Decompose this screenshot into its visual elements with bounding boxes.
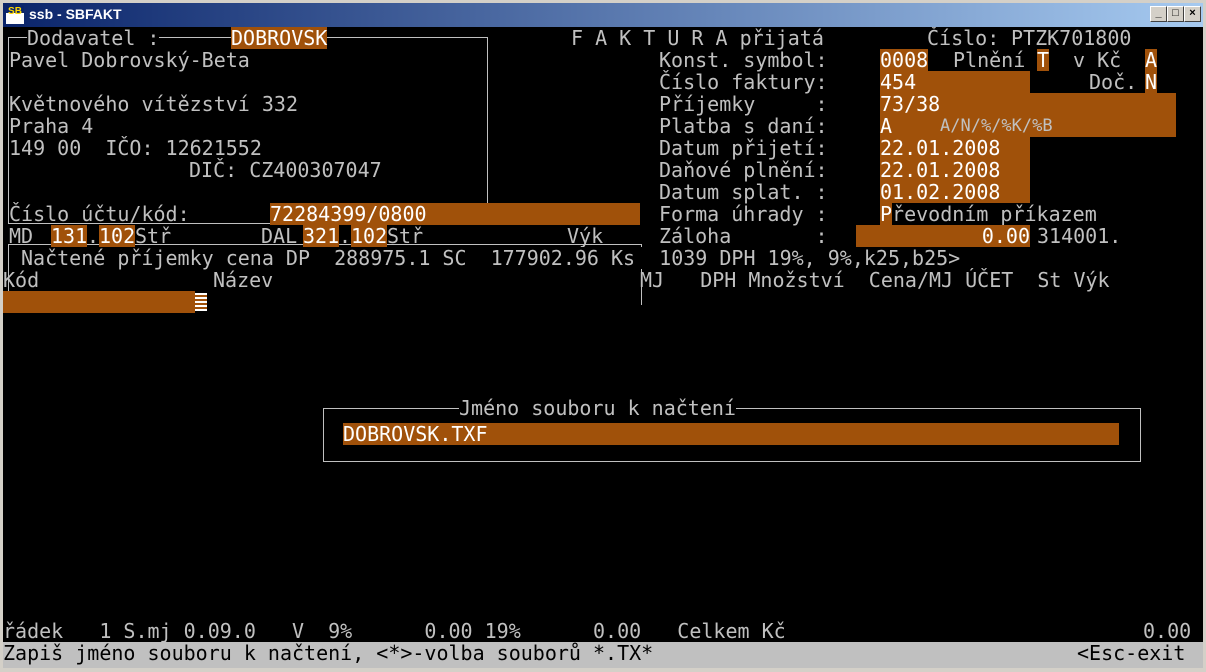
filename-input[interactable]: DOBROVSK.TXF bbox=[343, 423, 1119, 445]
close-button[interactable]: × bbox=[1184, 6, 1201, 22]
account-label: Číslo účtu/kód: bbox=[9, 202, 190, 226]
dal-str-label: Stř bbox=[387, 224, 424, 248]
col-nazev: Název bbox=[213, 268, 274, 292]
esc-exit-hint[interactable]: <Esc-exit bbox=[1077, 642, 1185, 664]
loaded-summary: Načtené příjemky cena DP 288975.1 SC 177… bbox=[21, 246, 961, 270]
doc-label: Doč. bbox=[1089, 70, 1138, 94]
invoice-number-label: Číslo: bbox=[927, 27, 1000, 50]
md2-field[interactable]: 102 bbox=[99, 225, 136, 247]
zaloha-extra: 314001. bbox=[1037, 224, 1122, 248]
kod-input[interactable] bbox=[3, 291, 195, 313]
platba-label: Platba s daní: bbox=[659, 114, 828, 138]
window-title: ssb - SBFAKT bbox=[29, 6, 122, 22]
app-window: SB ssb - SBFAKT _ □ × Dodavatel : DOBROV… bbox=[0, 0, 1206, 672]
maximize-button[interactable]: □ bbox=[1167, 6, 1184, 22]
md-str-label: Stř bbox=[135, 224, 172, 248]
plneni-label: Plnění bbox=[953, 48, 1026, 72]
dal-label: DAL bbox=[261, 224, 298, 248]
md1-field[interactable]: 131 bbox=[51, 225, 88, 247]
vkc-field[interactable]: A bbox=[1145, 49, 1158, 71]
datum-prijeti-label: Datum přijetí: bbox=[659, 136, 828, 160]
invoice-number: PTZK701800 bbox=[1011, 27, 1132, 50]
supplier-zip-ico: 149 00 IČO: 12621552 bbox=[9, 136, 262, 160]
datum-splat-label: Datum splat. : bbox=[659, 180, 828, 204]
cislo-field[interactable]: 454 bbox=[880, 71, 1030, 93]
console-area: Dodavatel : DOBROVSK F A K T U R A přija… bbox=[3, 27, 1203, 668]
prijemky-label: Příjemky : bbox=[659, 92, 828, 116]
minimize-button[interactable]: _ bbox=[1150, 6, 1167, 22]
danove-plneni-label: Daňové plnění: bbox=[659, 158, 828, 182]
app-icon-text: SB bbox=[6, 6, 24, 17]
dialog-title: Jméno souboru k načtení bbox=[459, 396, 736, 420]
zaloha-field[interactable]: 0.00 bbox=[856, 225, 1030, 247]
footer-total: 0.00 bbox=[1143, 619, 1192, 643]
forma-field[interactable]: Převodním příkazem bbox=[880, 202, 1097, 226]
dal2-field[interactable]: 102 bbox=[351, 225, 388, 247]
forma-rest: řevodním příkazem bbox=[892, 202, 1097, 226]
cislo-label: Číslo faktury: bbox=[659, 70, 828, 94]
supplier-city: Praha 4 bbox=[9, 114, 94, 138]
account-field[interactable]: 72284399/0800 bbox=[270, 203, 640, 225]
supplier-street: Květnového vítězství 332 bbox=[9, 92, 298, 116]
status-message: Zapiš jméno souboru k načtení, <*>-volba… bbox=[3, 641, 654, 665]
zaloha-label: Záloha : bbox=[659, 224, 828, 248]
footer-line: řádek 1 S.mj 0.09.0 V 9% 0.00 19% 0.00 C… bbox=[3, 619, 786, 643]
vyk-label: Výk bbox=[567, 224, 604, 248]
plneni-field[interactable]: T bbox=[1037, 49, 1050, 71]
platba-hint-text: A/N/%/%K/%B bbox=[940, 116, 1053, 136]
konst-label: Konst. symbol: bbox=[659, 48, 828, 72]
datum-splat-field[interactable]: 01.02.2008 bbox=[880, 181, 1030, 203]
vkc-label: v Kč bbox=[1073, 48, 1122, 72]
app-icon[interactable]: SB bbox=[6, 6, 24, 24]
supplier-code-field[interactable]: DOBROVSK bbox=[231, 27, 328, 49]
md-label: MD bbox=[9, 224, 34, 248]
cursor-block bbox=[195, 293, 207, 311]
prijemky-field[interactable]: 73/38 bbox=[880, 93, 1176, 115]
platba-field[interactable]: A bbox=[880, 115, 940, 137]
col-rest: MJ DPH Množství Cena/MJ ÚČET St Výk bbox=[640, 268, 1110, 292]
supplier-name: Pavel Dobrovský-Beta bbox=[9, 48, 250, 72]
supplier-label: Dodavatel : bbox=[27, 27, 160, 50]
doc-field[interactable]: N bbox=[1145, 71, 1158, 93]
col-kod: Kód bbox=[3, 268, 40, 292]
supplier-dic: DIČ: CZ400307047 bbox=[189, 158, 382, 182]
dal1-field[interactable]: 321 bbox=[303, 225, 340, 247]
platba-hint: A/N/%/%K/%B bbox=[940, 115, 1176, 137]
konst-field[interactable]: 0008 bbox=[880, 49, 929, 71]
invoice-title: F A K T U R A přijatá bbox=[571, 27, 824, 50]
forma-label: Forma úhrady : bbox=[659, 202, 828, 226]
danove-plneni-field[interactable]: 22.01.2008 bbox=[880, 159, 1030, 181]
title-bar[interactable]: SB ssb - SBFAKT _ □ × bbox=[3, 3, 1203, 27]
datum-prijeti-field[interactable]: 22.01.2008 bbox=[880, 137, 1030, 159]
